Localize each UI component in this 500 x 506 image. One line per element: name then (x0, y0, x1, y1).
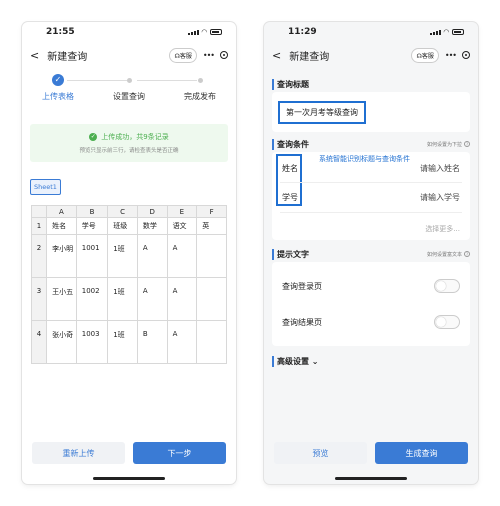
next-step-button[interactable]: 下一步 (133, 442, 226, 464)
generate-query-button[interactable]: 生成查询 (375, 442, 468, 464)
wifi-icon: ◠ (443, 28, 449, 36)
table-row: 1 姓名 学号 班级 数学 语文 英 (31, 217, 227, 235)
col-letter: F (196, 205, 227, 218)
customer-service-button[interactable]: ☊客服 (411, 47, 439, 63)
page-title: 新建查询 (47, 51, 88, 63)
nav-bar: < 新建查询 ☊客服 ••• (22, 42, 236, 68)
status-time: 21:55 (46, 27, 75, 37)
advanced-settings-toggle[interactable]: 高级设置 ⌄ (272, 356, 470, 367)
smart-detect-annotation: 系统智能识别标题与查询条件 (319, 155, 410, 163)
col-letter: E (166, 205, 198, 218)
login-tip-toggle[interactable] (434, 279, 460, 293)
title-section: 查询标题 第一次月考等级查询 (272, 76, 470, 132)
table-row: 2 李小明 1001 1班 A A (31, 234, 227, 278)
step-setup: 设置查询 (94, 72, 164, 102)
status-time: 11:29 (288, 27, 317, 37)
status-bar: 21:55 ◠ (22, 22, 236, 42)
progress-steps: ✓ 上传表格 设置查询 完成发布 (22, 72, 236, 116)
home-indicator (93, 477, 165, 480)
name-field[interactable]: 请输入姓名 (420, 163, 460, 174)
table-row: 4 张小奇 1003 1班 B A (31, 320, 227, 364)
battery-icon (210, 29, 222, 35)
wifi-icon: ◠ (201, 28, 207, 36)
col-letter: C (107, 205, 138, 218)
close-mini-icon[interactable] (462, 51, 470, 59)
query-title-input[interactable]: 第一次月考等级查询 (278, 100, 366, 124)
preview-note: 预览只显示前三行，请检查表头是否正确 (79, 148, 179, 154)
customer-service-button[interactable]: ☊客服 (169, 47, 197, 63)
rich-text-help-link[interactable]: 如何设置富文本? (427, 251, 470, 258)
chevron-down-icon: ⌄ (311, 357, 319, 366)
sheet-tab[interactable]: Sheet1 (30, 179, 61, 195)
col-letter: D (136, 205, 168, 218)
step-upload: ✓ 上传表格 (42, 74, 74, 101)
status-bar: 11:29 ◠ (264, 22, 478, 42)
dropdown-help-link[interactable]: 如何设置为下拉? (427, 141, 470, 148)
signal-icon (187, 29, 199, 35)
success-message: 上传成功，共9条记录 (101, 133, 169, 141)
help-icon: ? (464, 251, 470, 257)
student-id-field[interactable]: 请输入学号 (420, 192, 460, 203)
section-title: 查询条件 (272, 138, 309, 150)
check-icon: ✓ (52, 74, 64, 86)
table-row: 3 王小五 1002 1班 A A (31, 277, 227, 321)
preview-button[interactable]: 预览 (274, 442, 367, 464)
nav-bar: < 新建查询 ☊客服 ••• (264, 42, 478, 68)
phone-setup-step: 11:29 ◠ < 新建查询 ☊客服 ••• 查询标题 第一次月考等级查询 查询… (264, 22, 478, 484)
step-publish: 完成发布 (165, 72, 235, 102)
select-more-link[interactable]: 选择更多... (425, 224, 460, 234)
help-icon: ? (464, 141, 470, 147)
back-button[interactable]: < (30, 49, 39, 62)
condition-row-id[interactable]: 学号 请输入学号 (272, 185, 470, 209)
close-mini-icon[interactable] (220, 51, 228, 59)
condition-section: 查询条件 如何设置为下拉? 姓名 请输入姓名 学号 请输入学号 选择更多... (272, 136, 470, 240)
back-button[interactable]: < (272, 49, 281, 62)
phone-upload-step: 21:55 ◠ < 新建查询 ☊客服 ••• ✓ 上传表格 设置查询 完成发布 (22, 22, 236, 484)
more-icon[interactable]: ••• (445, 51, 457, 60)
signal-icon (429, 29, 441, 35)
reupload-button[interactable]: 重新上传 (32, 442, 125, 464)
battery-icon (452, 29, 464, 35)
section-title: 查询标题 (272, 78, 309, 90)
login-tip-row: 查询登录页 (282, 272, 460, 300)
col-letter: A (46, 205, 77, 218)
col-letter: B (75, 205, 109, 218)
section-title: 提示文字 (272, 248, 309, 260)
upload-success-banner: ✓ 上传成功，共9条记录 预览只显示前三行，请检查表头是否正确 (30, 124, 228, 162)
result-tip-row: 查询结果页 (282, 308, 460, 336)
spreadsheet-preview: A B C D E F 1 姓名 学号 班级 数学 语文 英 2 李小明 100… (31, 205, 227, 365)
result-tip-toggle[interactable] (434, 315, 460, 329)
more-icon[interactable]: ••• (203, 51, 215, 60)
page-title: 新建查询 (289, 51, 330, 63)
success-check-icon: ✓ (89, 133, 98, 141)
home-indicator (335, 477, 407, 480)
tip-section: 提示文字 如何设置富文本? 查询登录页 查询结果页 (272, 246, 470, 346)
